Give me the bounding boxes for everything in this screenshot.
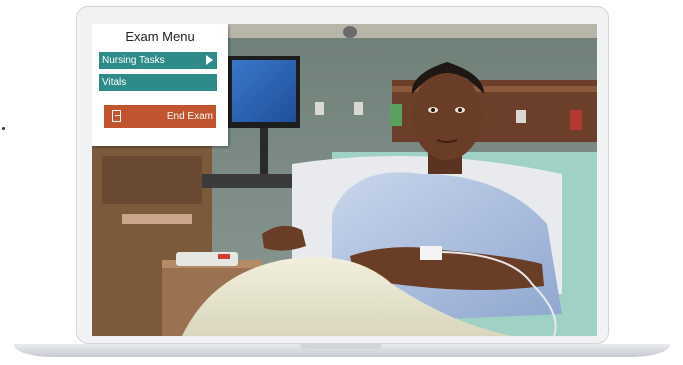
chevron-right-icon bbox=[206, 55, 213, 65]
end-exam-label: End Exam bbox=[166, 111, 213, 122]
simulation-viewport[interactable]: Exam Menu Nursing Tasks Vitals End Exam bbox=[92, 24, 597, 336]
decorative-dot bbox=[2, 127, 5, 130]
vitals-button[interactable]: Vitals bbox=[99, 74, 217, 91]
exam-menu-panel: Exam Menu Nursing Tasks Vitals End Exam bbox=[92, 24, 228, 146]
end-exam-button[interactable]: End Exam bbox=[104, 105, 216, 128]
laptop-notch bbox=[300, 344, 382, 349]
vitals-label: Vitals bbox=[102, 77, 127, 88]
nursing-tasks-button[interactable]: Nursing Tasks bbox=[99, 52, 217, 69]
nursing-tasks-label: Nursing Tasks bbox=[102, 55, 165, 66]
exit-door-icon bbox=[112, 110, 121, 122]
exam-menu-title: Exam Menu bbox=[125, 29, 195, 44]
